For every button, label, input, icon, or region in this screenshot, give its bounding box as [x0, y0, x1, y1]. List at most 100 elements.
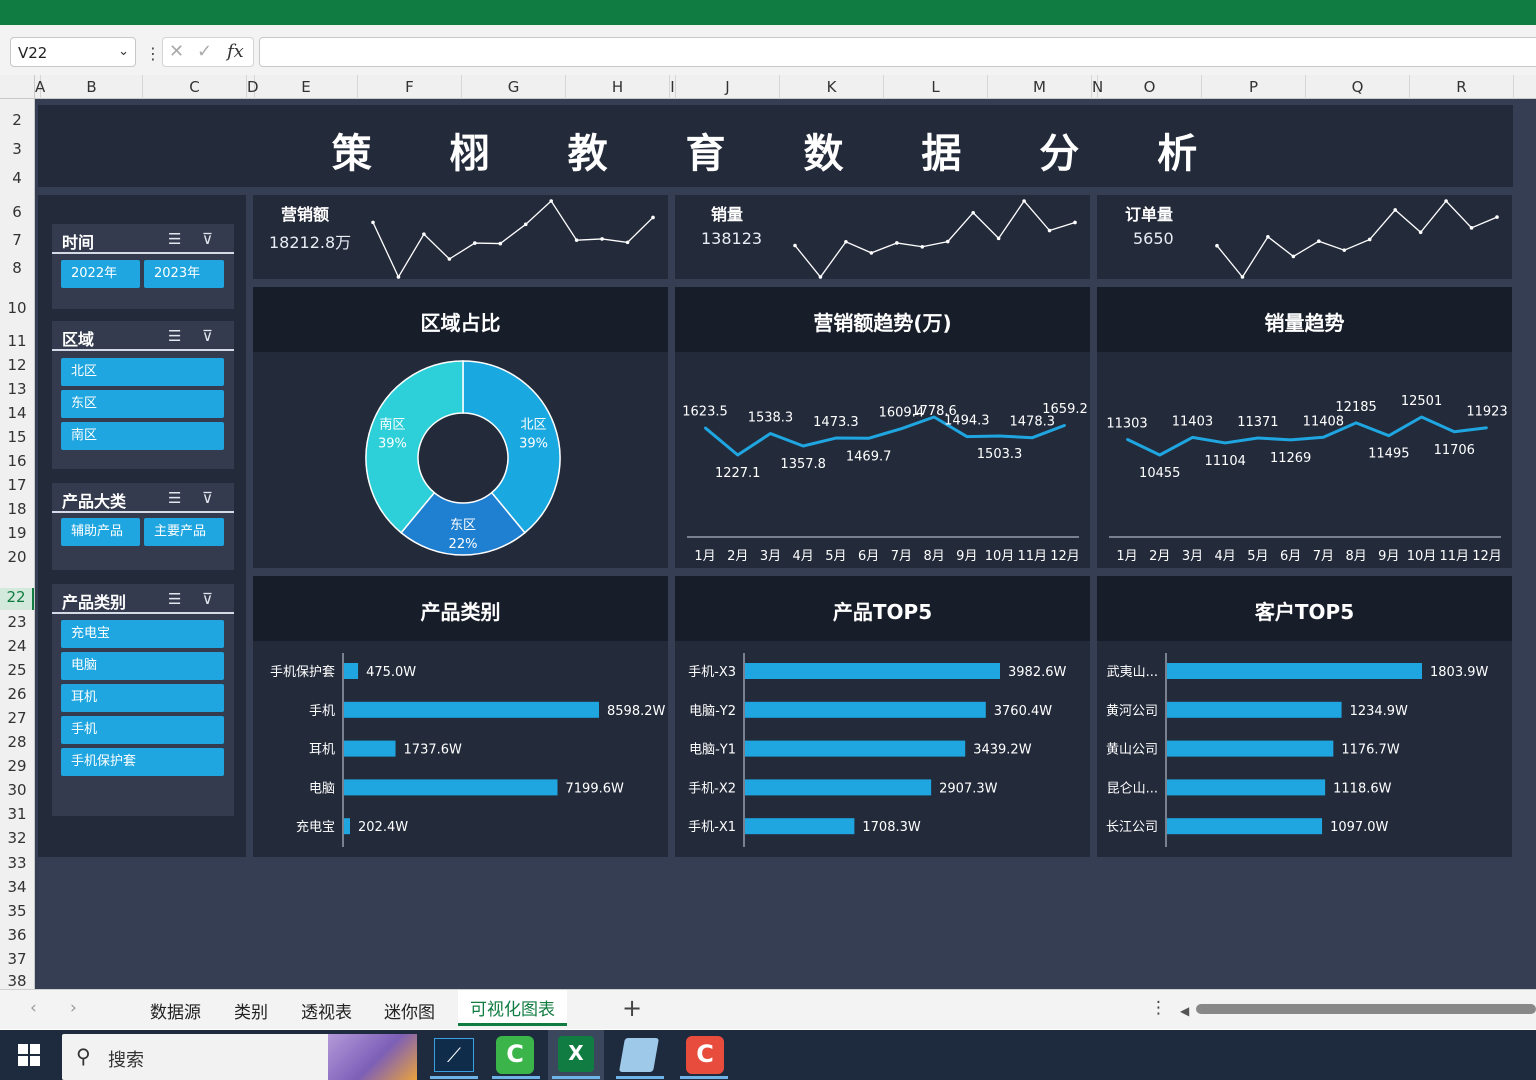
column-header[interactable]: M [988, 75, 1092, 99]
slicer-item[interactable]: 耳机 [61, 684, 224, 712]
scroll-left-icon[interactable]: ◀ [1180, 1004, 1189, 1018]
row-header[interactable]: 17 [0, 476, 34, 494]
select-all-corner[interactable] [0, 75, 35, 99]
column-header[interactable]: C [143, 75, 247, 99]
recorder-icon[interactable]: C [686, 1036, 724, 1074]
column-header[interactable]: P [1202, 75, 1306, 99]
row-header[interactable]: 20 [0, 548, 34, 566]
taskbar-search[interactable]: ⚲ 搜索 [62, 1034, 417, 1080]
row-header[interactable]: 19 [0, 524, 34, 542]
row-header[interactable]: 38 [0, 972, 34, 990]
clear-filter-icon[interactable]: ⊽ [202, 489, 213, 507]
row-header[interactable]: 12 [0, 356, 34, 374]
sparkline-point [523, 222, 528, 227]
slicer-item[interactable]: 东区 [61, 390, 224, 418]
row-header[interactable]: 25 [0, 661, 34, 679]
column-header[interactable]: R [1410, 75, 1514, 99]
row-header[interactable]: 10 [0, 299, 34, 317]
row-header[interactable]: 8 [0, 259, 34, 277]
slicer-item[interactable]: 主要产品 [144, 518, 224, 546]
row-header[interactable]: 13 [0, 380, 34, 398]
column-header[interactable]: D [247, 75, 259, 99]
slicer-item[interactable]: 北区 [61, 358, 224, 386]
column-header[interactable]: J [676, 75, 780, 99]
camtasia-icon[interactable]: C [496, 1036, 534, 1074]
slicer-item[interactable]: 辅助产品 [61, 518, 140, 546]
row-header[interactable]: 33 [0, 854, 34, 872]
multi-select-icon[interactable]: ☰ [168, 230, 181, 248]
multi-select-icon[interactable]: ☰ [168, 489, 181, 507]
row-header-selected[interactable]: 22 [0, 588, 34, 610]
sheet-tab[interactable]: 迷你图 [384, 998, 435, 1023]
row-header[interactable]: 36 [0, 926, 34, 944]
row-header[interactable]: 16 [0, 452, 34, 470]
excel-icon[interactable]: X [558, 1036, 594, 1072]
slicer-item[interactable]: 南区 [61, 422, 224, 450]
sheet-tab[interactable]: 类别 [234, 998, 268, 1023]
row-header[interactable]: 11 [0, 332, 34, 350]
check-icon[interactable]: ✓ [197, 41, 212, 62]
row-header[interactable]: 18 [0, 500, 34, 518]
column-header[interactable]: B [41, 75, 143, 99]
chevron-down-icon[interactable]: ⌄ [118, 44, 129, 59]
more-options-icon[interactable]: ⋮ [1150, 998, 1167, 1018]
add-sheet-icon[interactable]: + [622, 994, 642, 1022]
bar-chart-category: 手机保护套 475.0W 手机 8598.2W 耳机 1737.6W 电脑 7199.6W 充电… [270, 653, 665, 847]
row-header[interactable]: 35 [0, 902, 34, 920]
row-header[interactable]: 37 [0, 950, 34, 968]
row-header[interactable]: 29 [0, 757, 34, 775]
app-icon[interactable]: ⟋ [434, 1038, 474, 1072]
row-header[interactable]: 28 [0, 733, 34, 751]
column-header[interactable]: O [1098, 75, 1202, 99]
more-options-icon[interactable]: ⋮ [145, 44, 161, 63]
row-header[interactable]: 27 [0, 709, 34, 727]
slicer-item[interactable]: 手机保护套 [61, 748, 224, 776]
row-header[interactable]: 14 [0, 404, 34, 422]
fx-icon[interactable]: fx [227, 41, 244, 62]
clear-filter-icon[interactable]: ⊽ [202, 327, 213, 345]
clear-filter-icon[interactable]: ⊽ [202, 230, 213, 248]
sheet-tab[interactable]: 透视表 [301, 998, 352, 1023]
slicer-item[interactable]: 2023年 [144, 260, 224, 288]
row-header[interactable]: 30 [0, 781, 34, 799]
row-header[interactable]: 23 [0, 613, 34, 631]
column-header[interactable]: H [566, 75, 670, 99]
column-header[interactable]: L [884, 75, 988, 99]
column-header[interactable]: G [462, 75, 566, 99]
column-header[interactable]: F [358, 75, 462, 99]
column-header[interactable]: Q [1306, 75, 1410, 99]
row-header[interactable]: 4 [0, 169, 34, 187]
multi-select-icon[interactable]: ☰ [168, 590, 181, 608]
data-label: 1503.3 [977, 447, 1023, 462]
horizontal-scrollbar[interactable] [1196, 1004, 1536, 1014]
row-header[interactable]: 34 [0, 878, 34, 896]
multi-select-icon[interactable]: ☰ [168, 327, 181, 345]
sheet-tab-active[interactable]: 可视化图表 [458, 990, 567, 1026]
sparkline-point [945, 239, 950, 244]
column-header[interactable]: E [255, 75, 358, 99]
sheet-tab[interactable]: 数据源 [150, 998, 201, 1023]
scroll-left-icon[interactable]: ‹ [30, 998, 37, 1018]
formula-input[interactable] [259, 37, 1536, 67]
windows-start-icon[interactable] [18, 1044, 40, 1066]
slicer-item[interactable]: 电脑 [61, 652, 224, 680]
row-header[interactable]: 15 [0, 428, 34, 446]
column-header[interactable]: K [780, 75, 884, 99]
slicer-item[interactable]: 2022年 [61, 260, 140, 288]
row-header[interactable]: 26 [0, 685, 34, 703]
clear-filter-icon[interactable]: ⊽ [202, 590, 213, 608]
scroll-right-icon[interactable]: › [70, 998, 77, 1018]
cancel-icon[interactable]: ✕ [169, 41, 184, 62]
sparkline-path [1216, 200, 1498, 279]
row-header[interactable]: 24 [0, 637, 34, 655]
row-header[interactable]: 31 [0, 805, 34, 823]
notepad-icon[interactable] [619, 1038, 659, 1072]
row-header[interactable]: 2 [0, 111, 34, 129]
row-header[interactable]: 7 [0, 231, 34, 249]
name-box[interactable]: V22 ⌄ [10, 37, 136, 67]
slicer-item[interactable]: 手机 [61, 716, 224, 744]
row-header[interactable]: 3 [0, 140, 34, 158]
row-header[interactable]: 32 [0, 829, 34, 847]
row-header[interactable]: 6 [0, 203, 34, 221]
slicer-item[interactable]: 充电宝 [61, 620, 224, 648]
